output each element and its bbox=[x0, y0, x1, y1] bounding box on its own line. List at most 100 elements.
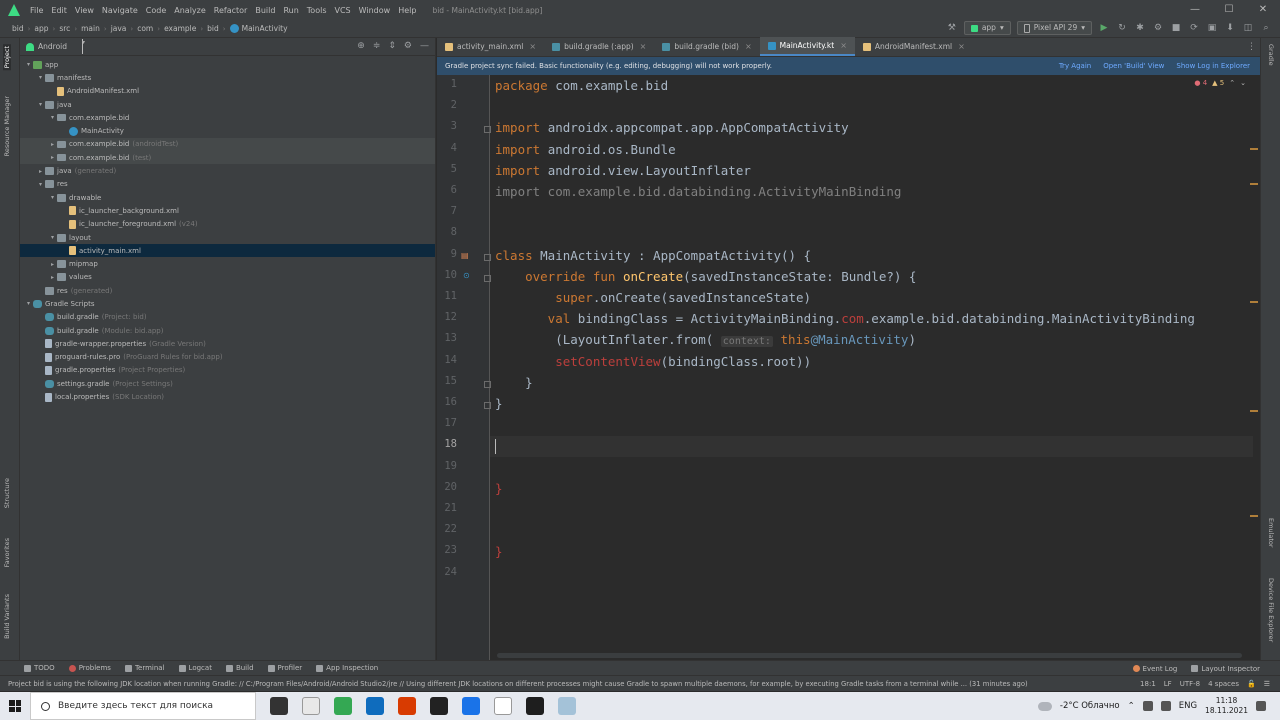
tree-row[interactable]: ▾ Gradle Scripts bbox=[20, 297, 435, 310]
volume-icon[interactable] bbox=[1160, 701, 1171, 711]
close-icon[interactable]: × bbox=[745, 42, 752, 51]
tree-row[interactable]: ic_launcher_foreground.xml (v24) bbox=[20, 218, 435, 231]
tree-row[interactable]: activity_main.xml bbox=[20, 244, 435, 258]
lock-icon[interactable]: 🔓 bbox=[1247, 680, 1256, 688]
code-editor[interactable]: ▤ ⊙ 1 2 3 4 5 6 7 8 9 10 11 12 13 14 15 16 17 18 19 20 21 22 2… bbox=[437, 75, 1260, 660]
tree-row[interactable]: ▸ mipmap bbox=[20, 257, 435, 270]
taskbar-search[interactable]: Введите здесь текст для поиска bbox=[30, 692, 256, 720]
minimize-button[interactable]: — bbox=[1178, 0, 1212, 20]
scroll-marker[interactable] bbox=[1250, 148, 1258, 150]
memory-icon[interactable]: ☰ bbox=[1264, 680, 1270, 688]
chevron-right-icon[interactable]: ▸ bbox=[36, 168, 45, 175]
menu-item-edit[interactable]: Edit bbox=[47, 6, 71, 15]
menu-item-refactor[interactable]: Refactor bbox=[210, 6, 252, 15]
tab-build-gradle-bid-[interactable]: build.gradle (bid) × bbox=[654, 37, 759, 56]
structure-tab[interactable]: Structure bbox=[3, 478, 11, 508]
close-icon[interactable]: × bbox=[840, 41, 847, 50]
project-tool-tab[interactable]: Project bbox=[3, 44, 11, 71]
tree-row[interactable]: build.gradle (Module: bid.app) bbox=[20, 324, 435, 337]
avd-manager-icon[interactable]: ▣ bbox=[1206, 22, 1218, 34]
tree-row[interactable]: res (generated) bbox=[20, 284, 435, 297]
emulator-tab[interactable]: Emulator bbox=[1267, 518, 1275, 548]
expand-icon[interactable]: ⇕ bbox=[388, 41, 396, 51]
refresh-icon[interactable]: ↻ bbox=[1116, 22, 1128, 34]
taskbar-app-icon[interactable] bbox=[366, 697, 384, 715]
chevron-right-icon[interactable]: ▸ bbox=[48, 154, 57, 161]
tab-mainactivity-kt[interactable]: MainActivity.kt × bbox=[759, 37, 855, 56]
language-indicator[interactable]: ENG bbox=[1179, 701, 1197, 711]
tree-row[interactable]: settings.gradle (Project Settings) bbox=[20, 377, 435, 390]
breadcrumb-item[interactable]: main bbox=[81, 24, 100, 33]
breadcrumb-item[interactable]: MainActivity bbox=[242, 24, 288, 33]
close-button[interactable]: ✕ bbox=[1246, 0, 1280, 20]
close-icon[interactable]: × bbox=[529, 42, 536, 51]
tree-row[interactable]: proguard-rules.pro (ProGuard Rules for bi… bbox=[20, 351, 435, 364]
override-icon[interactable]: ⊙ bbox=[463, 271, 470, 280]
scroll-marker[interactable] bbox=[1250, 515, 1258, 517]
tree-row[interactable]: AndroidManifest.xml bbox=[20, 85, 435, 98]
inspection-widget[interactable]: ● 4 ▲ 5 ⌃ ⌄ bbox=[1194, 79, 1246, 87]
taskbar-app-icon[interactable] bbox=[558, 697, 576, 715]
chevron-down-icon[interactable]: ▾ bbox=[82, 39, 85, 54]
tree-row[interactable]: local.properties (SDK Location) bbox=[20, 390, 435, 403]
chevron-right-icon[interactable]: ▸ bbox=[48, 274, 57, 281]
breadcrumb-item[interactable]: com bbox=[137, 24, 153, 33]
fold-marker-icon[interactable] bbox=[484, 380, 491, 388]
tree-row[interactable]: ▸ com.example.bid (test) bbox=[20, 151, 435, 165]
caret-position[interactable]: 18:1 bbox=[1140, 680, 1156, 688]
maximize-button[interactable]: ☐ bbox=[1212, 0, 1246, 20]
taskbar-app-icon[interactable] bbox=[430, 697, 448, 715]
menu-item-file[interactable]: File bbox=[26, 6, 47, 15]
stop-icon[interactable]: ■ bbox=[1170, 22, 1182, 34]
tree-row[interactable]: ▾ app bbox=[20, 58, 435, 71]
taskbar-app-icon[interactable] bbox=[270, 697, 288, 715]
scroll-marker[interactable] bbox=[1250, 301, 1258, 303]
tree-row[interactable]: ▸ com.example.bid (androidTest) bbox=[20, 137, 435, 152]
device-select[interactable]: Pixel API 29 ▾ bbox=[1016, 21, 1092, 35]
breadcrumb-item[interactable]: bid bbox=[12, 24, 24, 33]
chevron-down-icon[interactable]: ⌄ bbox=[1240, 79, 1246, 87]
tree-row[interactable]: gradle-wrapper.properties (Gradle Version… bbox=[20, 337, 435, 350]
notifications-icon[interactable] bbox=[1256, 701, 1266, 711]
clock[interactable]: 11:18 18.11.2021 bbox=[1205, 696, 1248, 716]
tab-list-icon[interactable]: ⋮ bbox=[1247, 42, 1256, 52]
debug-icon[interactable]: ✱ bbox=[1134, 22, 1146, 34]
tree-row[interactable]: ▾ com.example.bid bbox=[20, 111, 435, 124]
tab-activity-main-xml[interactable]: activity_main.xml × bbox=[437, 37, 544, 56]
tree-row[interactable]: ▸ java (generated) bbox=[20, 164, 435, 177]
breadcrumb-item[interactable]: bid bbox=[207, 24, 219, 33]
fold-marker-icon[interactable] bbox=[484, 274, 491, 282]
sdk-manager-icon[interactable]: ⬇ bbox=[1224, 22, 1236, 34]
tab-androidmanifest-xml[interactable]: AndroidManifest.xml × bbox=[855, 37, 973, 56]
class-run-icon[interactable]: ▤ bbox=[461, 251, 469, 260]
taskbar-app-icon[interactable] bbox=[302, 697, 320, 715]
open-build-view-link[interactable]: Open 'Build' View bbox=[1103, 62, 1164, 70]
tool-window-build[interactable]: Build bbox=[225, 664, 254, 672]
breadcrumb-item[interactable]: app bbox=[34, 24, 48, 33]
gradle-tab[interactable]: Gradle bbox=[1267, 44, 1275, 66]
tab-build-gradle-app-[interactable]: build.gradle (:app) × bbox=[544, 37, 654, 56]
tool-window-event-log[interactable]: Event Log bbox=[1132, 665, 1177, 673]
tool-window-todo[interactable]: TODO bbox=[24, 664, 55, 672]
file-encoding[interactable]: UTF-8 bbox=[1180, 680, 1200, 688]
weather-text[interactable]: -2°C Облачно bbox=[1060, 701, 1120, 711]
tool-window-app-inspection[interactable]: App Inspection bbox=[316, 664, 378, 672]
tree-row[interactable]: ▾ java bbox=[20, 98, 435, 111]
tree-row[interactable]: ▾ manifests bbox=[20, 71, 435, 84]
taskbar-app-icon[interactable] bbox=[398, 697, 416, 715]
tool-window-profiler[interactable]: Profiler bbox=[267, 664, 302, 672]
run-icon[interactable]: ▶ bbox=[1098, 22, 1110, 34]
menu-item-code[interactable]: Code bbox=[142, 6, 170, 15]
chevron-right-icon[interactable]: ▸ bbox=[48, 141, 57, 148]
network-icon[interactable] bbox=[1142, 701, 1153, 711]
tree-row[interactable]: ▾ res bbox=[20, 178, 435, 191]
collapse-all-icon[interactable]: ≑ bbox=[373, 41, 381, 51]
taskbar-app-icon[interactable] bbox=[494, 697, 512, 715]
fold-marker-icon[interactable] bbox=[484, 126, 491, 134]
chevron-up-icon[interactable]: ⌃ bbox=[1229, 79, 1235, 87]
chevron-right-icon[interactable]: ▸ bbox=[48, 261, 57, 268]
tool-window-logcat[interactable]: Logcat bbox=[178, 664, 212, 672]
device-file-explorer-tab[interactable]: Device File Explorer bbox=[1267, 578, 1275, 642]
chevron-down-icon[interactable]: ▾ bbox=[24, 61, 33, 68]
menu-item-navigate[interactable]: Navigate bbox=[98, 6, 142, 15]
